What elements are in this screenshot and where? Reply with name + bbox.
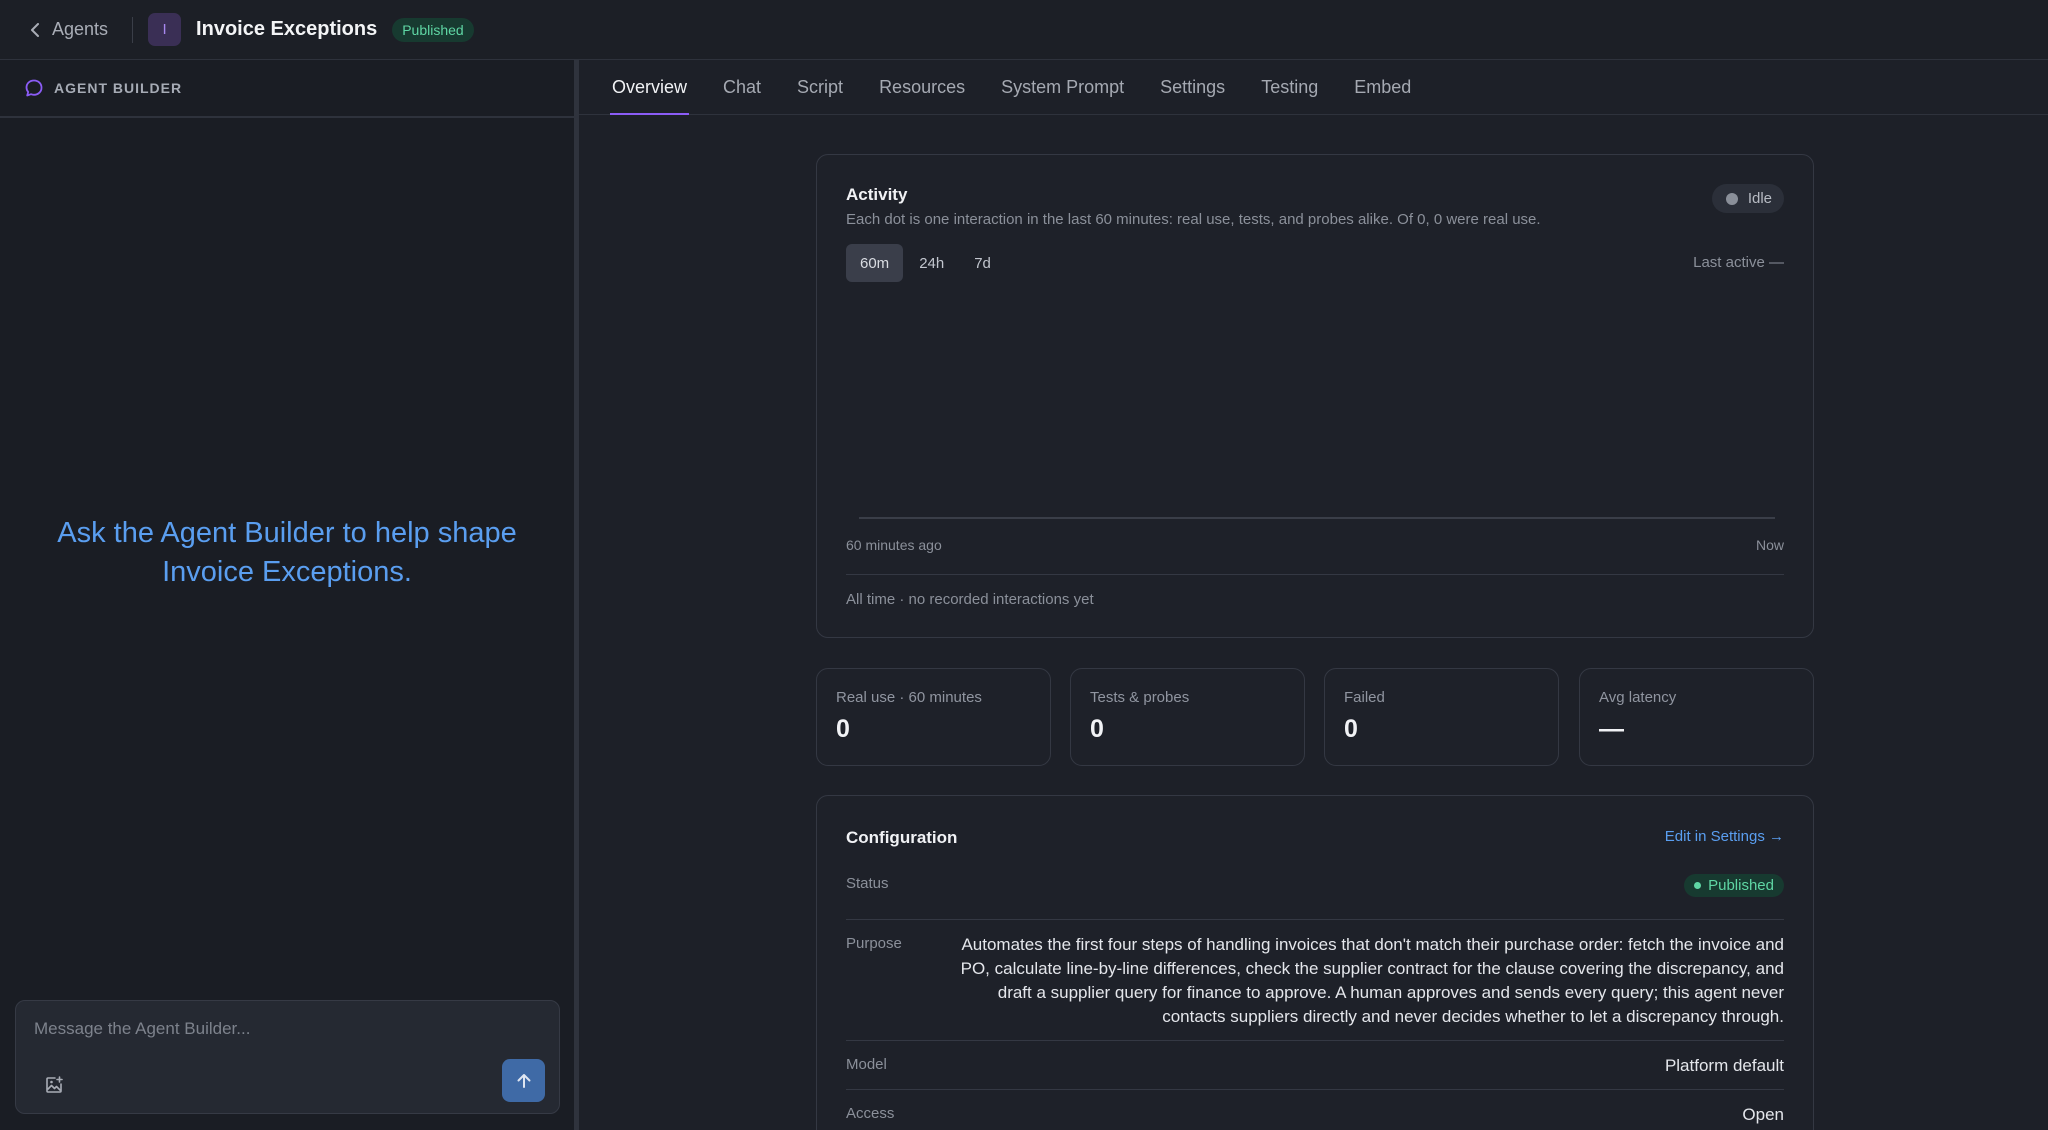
tab-system-prompt[interactable]: System Prompt: [999, 77, 1126, 114]
stat-label: Tests & probes: [1090, 689, 1190, 706]
agent-builder-panel: AGENT BUILDER Ask the Agent Builder to h…: [0, 60, 574, 1130]
stat-label: Avg latency: [1599, 689, 1677, 706]
config-status-value-wrap: Published: [1684, 874, 1784, 897]
stat-label: Failed: [1344, 689, 1385, 706]
tab-resources[interactable]: Resources: [877, 77, 967, 114]
config-status-label: Status: [846, 875, 889, 892]
panel-resize-handle[interactable]: [574, 60, 579, 1130]
config-status-value: Published: [1708, 877, 1774, 894]
activity-divider: [846, 574, 1784, 575]
config-access-value: Open: [1742, 1105, 1784, 1124]
send-message-button[interactable]: [502, 1059, 545, 1102]
activity-card: Activity Each dot is one interaction in …: [816, 154, 1814, 638]
builder-empty-prompt: Ask the Agent Builder to help shape Invo…: [0, 514, 574, 592]
image-add-icon: [46, 1076, 63, 1093]
stat-label: Real use · 60 minutes: [836, 689, 982, 706]
range-7d-button[interactable]: 7d: [960, 244, 1005, 282]
header-divider: [132, 16, 134, 43]
idle-status-dot: [1725, 192, 1738, 205]
config-model-label: Model: [846, 1056, 887, 1073]
stat-value: 0: [1344, 715, 1358, 743]
last-active-label: Last active —: [1693, 254, 1784, 271]
activity-subtitle: Each dot is one interaction in the last …: [846, 211, 1541, 228]
edit-in-settings-link[interactable]: Edit in Settings →: [1665, 828, 1784, 845]
stat-card-failed: Failed 0: [1324, 668, 1559, 766]
timeline-end-label: Now: [1755, 537, 1784, 553]
activity-state-label: Idle: [1747, 190, 1772, 207]
agent-avatar: I: [148, 13, 182, 46]
agent-title: Invoice Exceptions: [196, 18, 378, 40]
config-row-model: Model Platform default: [846, 1041, 1784, 1090]
builder-prompt-line1: Ask the Agent Builder to help shape: [57, 517, 517, 549]
configuration-title: Configuration: [846, 828, 958, 847]
stat-value: 0: [836, 715, 850, 743]
agent-builder-label: AGENT BUILDER: [54, 80, 183, 96]
tab-overview[interactable]: Overview: [610, 77, 690, 115]
config-purpose-label: Purpose: [846, 935, 902, 952]
all-time-summary: All time · no recorded interactions yet: [846, 591, 1094, 608]
config-row-purpose: Purpose Automates the first four steps o…: [846, 920, 1784, 1041]
config-access-label: Access: [846, 1105, 895, 1122]
top-bar: Agents I Invoice Exceptions Published: [0, 0, 2048, 60]
agent-builder-header: AGENT BUILDER: [0, 60, 574, 118]
stat-card-tests: Tests & probes 0: [1070, 668, 1305, 766]
activity-state-badge: Idle: [1711, 184, 1784, 213]
attach-image-button[interactable]: [40, 1071, 68, 1099]
activity-title: Activity: [846, 185, 908, 204]
chevron-left-icon: [31, 22, 39, 37]
builder-message-input[interactable]: [34, 1015, 534, 1043]
status-badge: Published: [392, 17, 474, 42]
time-range-selector: 60m 24h 7d: [846, 244, 1007, 282]
tab-settings[interactable]: Settings: [1158, 77, 1227, 114]
range-60m-button[interactable]: 60m: [846, 244, 904, 282]
tab-embed[interactable]: Embed: [1352, 77, 1413, 114]
builder-prompt-line2: Invoice Exceptions.: [162, 556, 412, 588]
config-model-value: Platform default: [1664, 1056, 1784, 1075]
activity-timeline-axis: [859, 517, 1775, 519]
stat-card-latency: Avg latency —: [1579, 668, 1814, 766]
arrow-up-icon: [517, 1073, 530, 1088]
timeline-start-label: 60 minutes ago: [846, 537, 942, 553]
tab-chat[interactable]: Chat: [721, 77, 763, 114]
message-composer: [15, 1000, 560, 1114]
config-row-status: Status Published: [846, 870, 1784, 920]
tab-testing[interactable]: Testing: [1259, 77, 1320, 114]
config-purpose-value: Automates the first four steps of handli…: [960, 935, 1784, 1026]
published-status-dot: [1694, 882, 1702, 889]
agent-tabs: Overview Chat Script Resources System Pr…: [579, 60, 2048, 115]
back-link-label: Agents: [52, 19, 109, 39]
stat-card-real-use: Real use · 60 minutes 0: [816, 668, 1051, 766]
chat-bubble-icon: [25, 79, 43, 97]
config-row-access: Access Open: [846, 1090, 1784, 1130]
stat-value: —: [1599, 715, 1624, 743]
back-to-agents-link[interactable]: Agents: [30, 19, 108, 40]
config-status-badge: Published: [1684, 874, 1784, 897]
configuration-card: Configuration Edit in Settings → Status …: [816, 795, 1814, 1130]
range-24h-button[interactable]: 24h: [905, 244, 958, 282]
tab-script[interactable]: Script: [795, 77, 845, 114]
stat-value: 0: [1090, 715, 1104, 743]
